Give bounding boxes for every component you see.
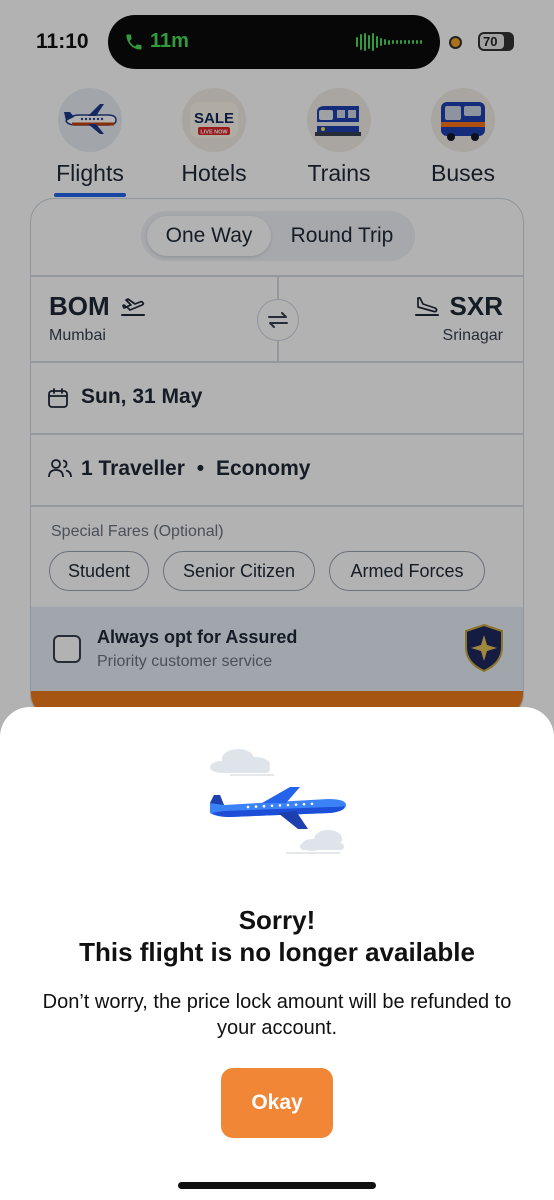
dialog-title: Sorry! <box>238 905 316 935</box>
okay-button[interactable]: Okay <box>221 1068 333 1138</box>
airplane-clouds-illustration <box>210 749 346 854</box>
dialog-subtitle: This flight is no longer available <box>79 937 475 967</box>
dialog-message: Don’t worry, the price lock amount will … <box>42 991 512 1039</box>
home-indicator[interactable] <box>178 1182 376 1189</box>
flight-unavailable-sheet: Sorry! This flight is no longer availabl… <box>0 707 554 1200</box>
